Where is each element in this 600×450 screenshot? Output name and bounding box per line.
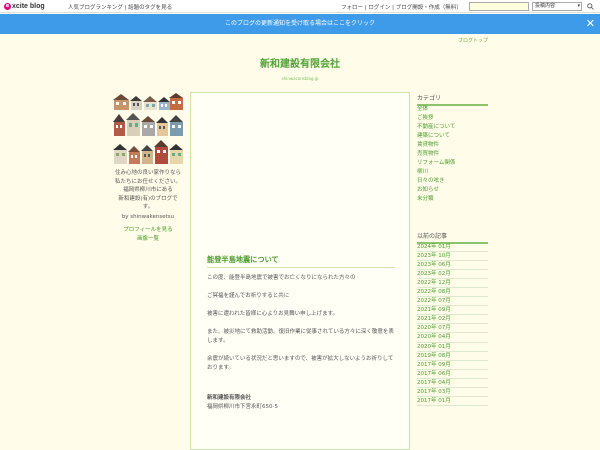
profile-description: 住み心地の良い家作りなら 私たちにお任せください。 福岡県柳川市にある 新和建設… bbox=[110, 169, 186, 212]
category-list: 全体 ご挨拶 不動産について 建築について 賃貸物件 売買物件 リフォーム関係 … bbox=[417, 105, 488, 204]
profile-line: す。 bbox=[142, 204, 154, 210]
archive-item[interactable]: 2023年 10月 bbox=[417, 252, 488, 262]
category-item[interactable]: 日々の呟き bbox=[417, 177, 488, 186]
houses-illustration bbox=[113, 93, 183, 164]
archive-item[interactable]: 2024年 01月 bbox=[417, 243, 488, 253]
post-paragraph: ご冥福を謹んでお祈りすると共に bbox=[207, 293, 290, 299]
profile-line: 新和建設(有)のブログで bbox=[118, 195, 178, 202]
search-scope-value: 投稿内容 bbox=[535, 3, 556, 9]
archive-item[interactable]: 2022年 07月 bbox=[417, 297, 488, 307]
profile-line: 福岡県柳川市にある bbox=[123, 187, 173, 193]
blog-top-link[interactable]: ブログトップ bbox=[458, 37, 488, 44]
excite-blog-logo[interactable]: e xcite blog bbox=[4, 1, 48, 12]
archive-item[interactable]: 2022年 08月 bbox=[417, 288, 488, 298]
search-icon bbox=[587, 3, 594, 10]
excite-logo-mark: e bbox=[4, 3, 11, 10]
search-button[interactable] bbox=[585, 2, 596, 11]
archive-item[interactable]: 2017年 06月 bbox=[417, 370, 488, 379]
category-item[interactable]: ご挨拶 bbox=[417, 114, 488, 123]
image-list-link[interactable]: 画像一覧 bbox=[110, 234, 186, 242]
post-paragraph: この度、能登半島地震で被害でお亡くなりになられた方々の bbox=[207, 275, 356, 281]
search-scope-select[interactable]: 投稿内容 ▾ bbox=[532, 2, 582, 11]
post-title[interactable]: 能登半島地震について bbox=[207, 255, 395, 268]
category-item[interactable]: 柳川 bbox=[417, 168, 488, 177]
post-paragraph: また、被災地にて救助活動、復旧作業に従事されている方々に深く敬意を表します。 bbox=[207, 329, 394, 344]
archive-item[interactable]: 2021年 09月 bbox=[417, 306, 488, 316]
profile-author: by shinwakensetsu bbox=[121, 214, 175, 220]
profile-line: 私たちにお任せください。 bbox=[114, 178, 181, 185]
main-content: 能登半島地震について この度、能登半島地震で被害でお亡くなりになられた方々の ご… bbox=[190, 92, 410, 450]
archive-item[interactable]: 2020年 04月 bbox=[417, 333, 488, 343]
chevron-down-icon: ▾ bbox=[577, 3, 580, 9]
banner-text: このブログの更新通知を受け取る場合はここをクリック bbox=[224, 20, 375, 27]
archive-list: 2024年 01月 2023年 10月 2023年 06月 2023年 02月 … bbox=[417, 243, 488, 406]
archive-item[interactable]: 2019年 08月 bbox=[417, 352, 488, 361]
archive-item[interactable]: 2020年 01月 bbox=[417, 343, 488, 352]
ranking-links[interactable]: 人気ブログランキング | 話題のタグを見る bbox=[68, 3, 172, 11]
category-item[interactable]: 売買物件 bbox=[417, 150, 488, 159]
archive-item[interactable]: 2020年 07月 bbox=[417, 324, 488, 334]
profile-link[interactable]: プロフィールを見る bbox=[110, 225, 186, 233]
signature-company: 新和建設有限会社 bbox=[207, 395, 252, 401]
post-paragraph: 余震が続いている状況だと思いますので、被害が拡大しないようお祈りしております。 bbox=[207, 356, 394, 371]
category-item[interactable]: 未分類 bbox=[417, 195, 488, 204]
blog-url[interactable]: shinwaconsblog.jp bbox=[0, 76, 600, 81]
account-links[interactable]: フォロー | ログイン | ブログ開設・作成（無料） bbox=[341, 3, 462, 11]
top-bar: e xcite blog 人気ブログランキング | 話題のタグを見る フォロー … bbox=[0, 0, 600, 13]
archive-item[interactable]: 2017年 04月 bbox=[417, 379, 488, 388]
signature-address: 福岡県柳川市下宮永町650-5 bbox=[207, 404, 278, 410]
category-item[interactable]: 全体 bbox=[417, 105, 488, 114]
excite-logo-text: xcite blog bbox=[12, 3, 45, 10]
category-item[interactable]: 建築について bbox=[417, 132, 488, 141]
archive-item[interactable]: 2023年 02月 bbox=[417, 270, 488, 280]
profile-line: 住み心地の良い家作りなら bbox=[114, 170, 181, 176]
archive-item[interactable]: 2022年 12月 bbox=[417, 279, 488, 289]
archive-item[interactable]: 2023年 06月 bbox=[417, 261, 488, 271]
post-paragraph: 被害に遭われた皆様に心よりお見舞い申し上げます。 bbox=[207, 311, 339, 317]
archive-item[interactable]: 2017年 09月 bbox=[417, 361, 488, 370]
archive-item[interactable]: 2017年 01月 bbox=[417, 397, 488, 406]
category-item[interactable]: 賃貸物件 bbox=[417, 141, 488, 150]
category-item[interactable]: リフォーム関係 bbox=[417, 159, 488, 168]
follow-notification-banner[interactable]: このブログの更新通知を受け取る場合はここをクリック ✕ bbox=[0, 14, 600, 34]
blog-title[interactable]: 新和建設有限会社 bbox=[0, 55, 600, 70]
category-item[interactable]: お知らせ bbox=[417, 186, 488, 195]
archive-item[interactable]: 2017年 03月 bbox=[417, 388, 488, 397]
search-input[interactable] bbox=[469, 2, 529, 11]
category-item[interactable]: 不動産について bbox=[417, 123, 488, 132]
archive-item[interactable]: 2021年 02月 bbox=[417, 315, 488, 325]
close-icon[interactable]: ✕ bbox=[586, 14, 595, 34]
